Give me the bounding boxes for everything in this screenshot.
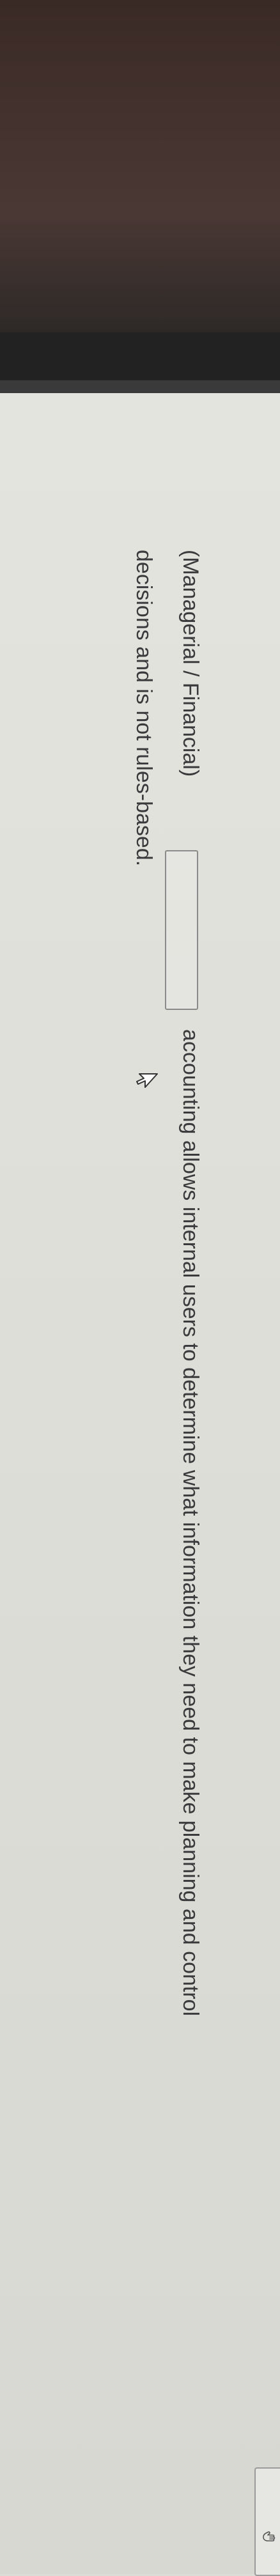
question-line2: decisions and is not rules-based. <box>132 550 156 867</box>
photo-background <box>0 0 280 384</box>
monitor-bezel-edge <box>0 380 280 393</box>
hand-icon[interactable] <box>261 2530 276 2545</box>
question-line1-suffix: accounting allows internal users to dete… <box>178 1029 203 2017</box>
answer-input-box[interactable] <box>165 850 198 1010</box>
help-widget[interactable] <box>254 2467 280 2576</box>
mouse-pointer-icon <box>136 1073 158 1088</box>
question-prefix: (Managerial / Financial) <box>178 550 203 777</box>
